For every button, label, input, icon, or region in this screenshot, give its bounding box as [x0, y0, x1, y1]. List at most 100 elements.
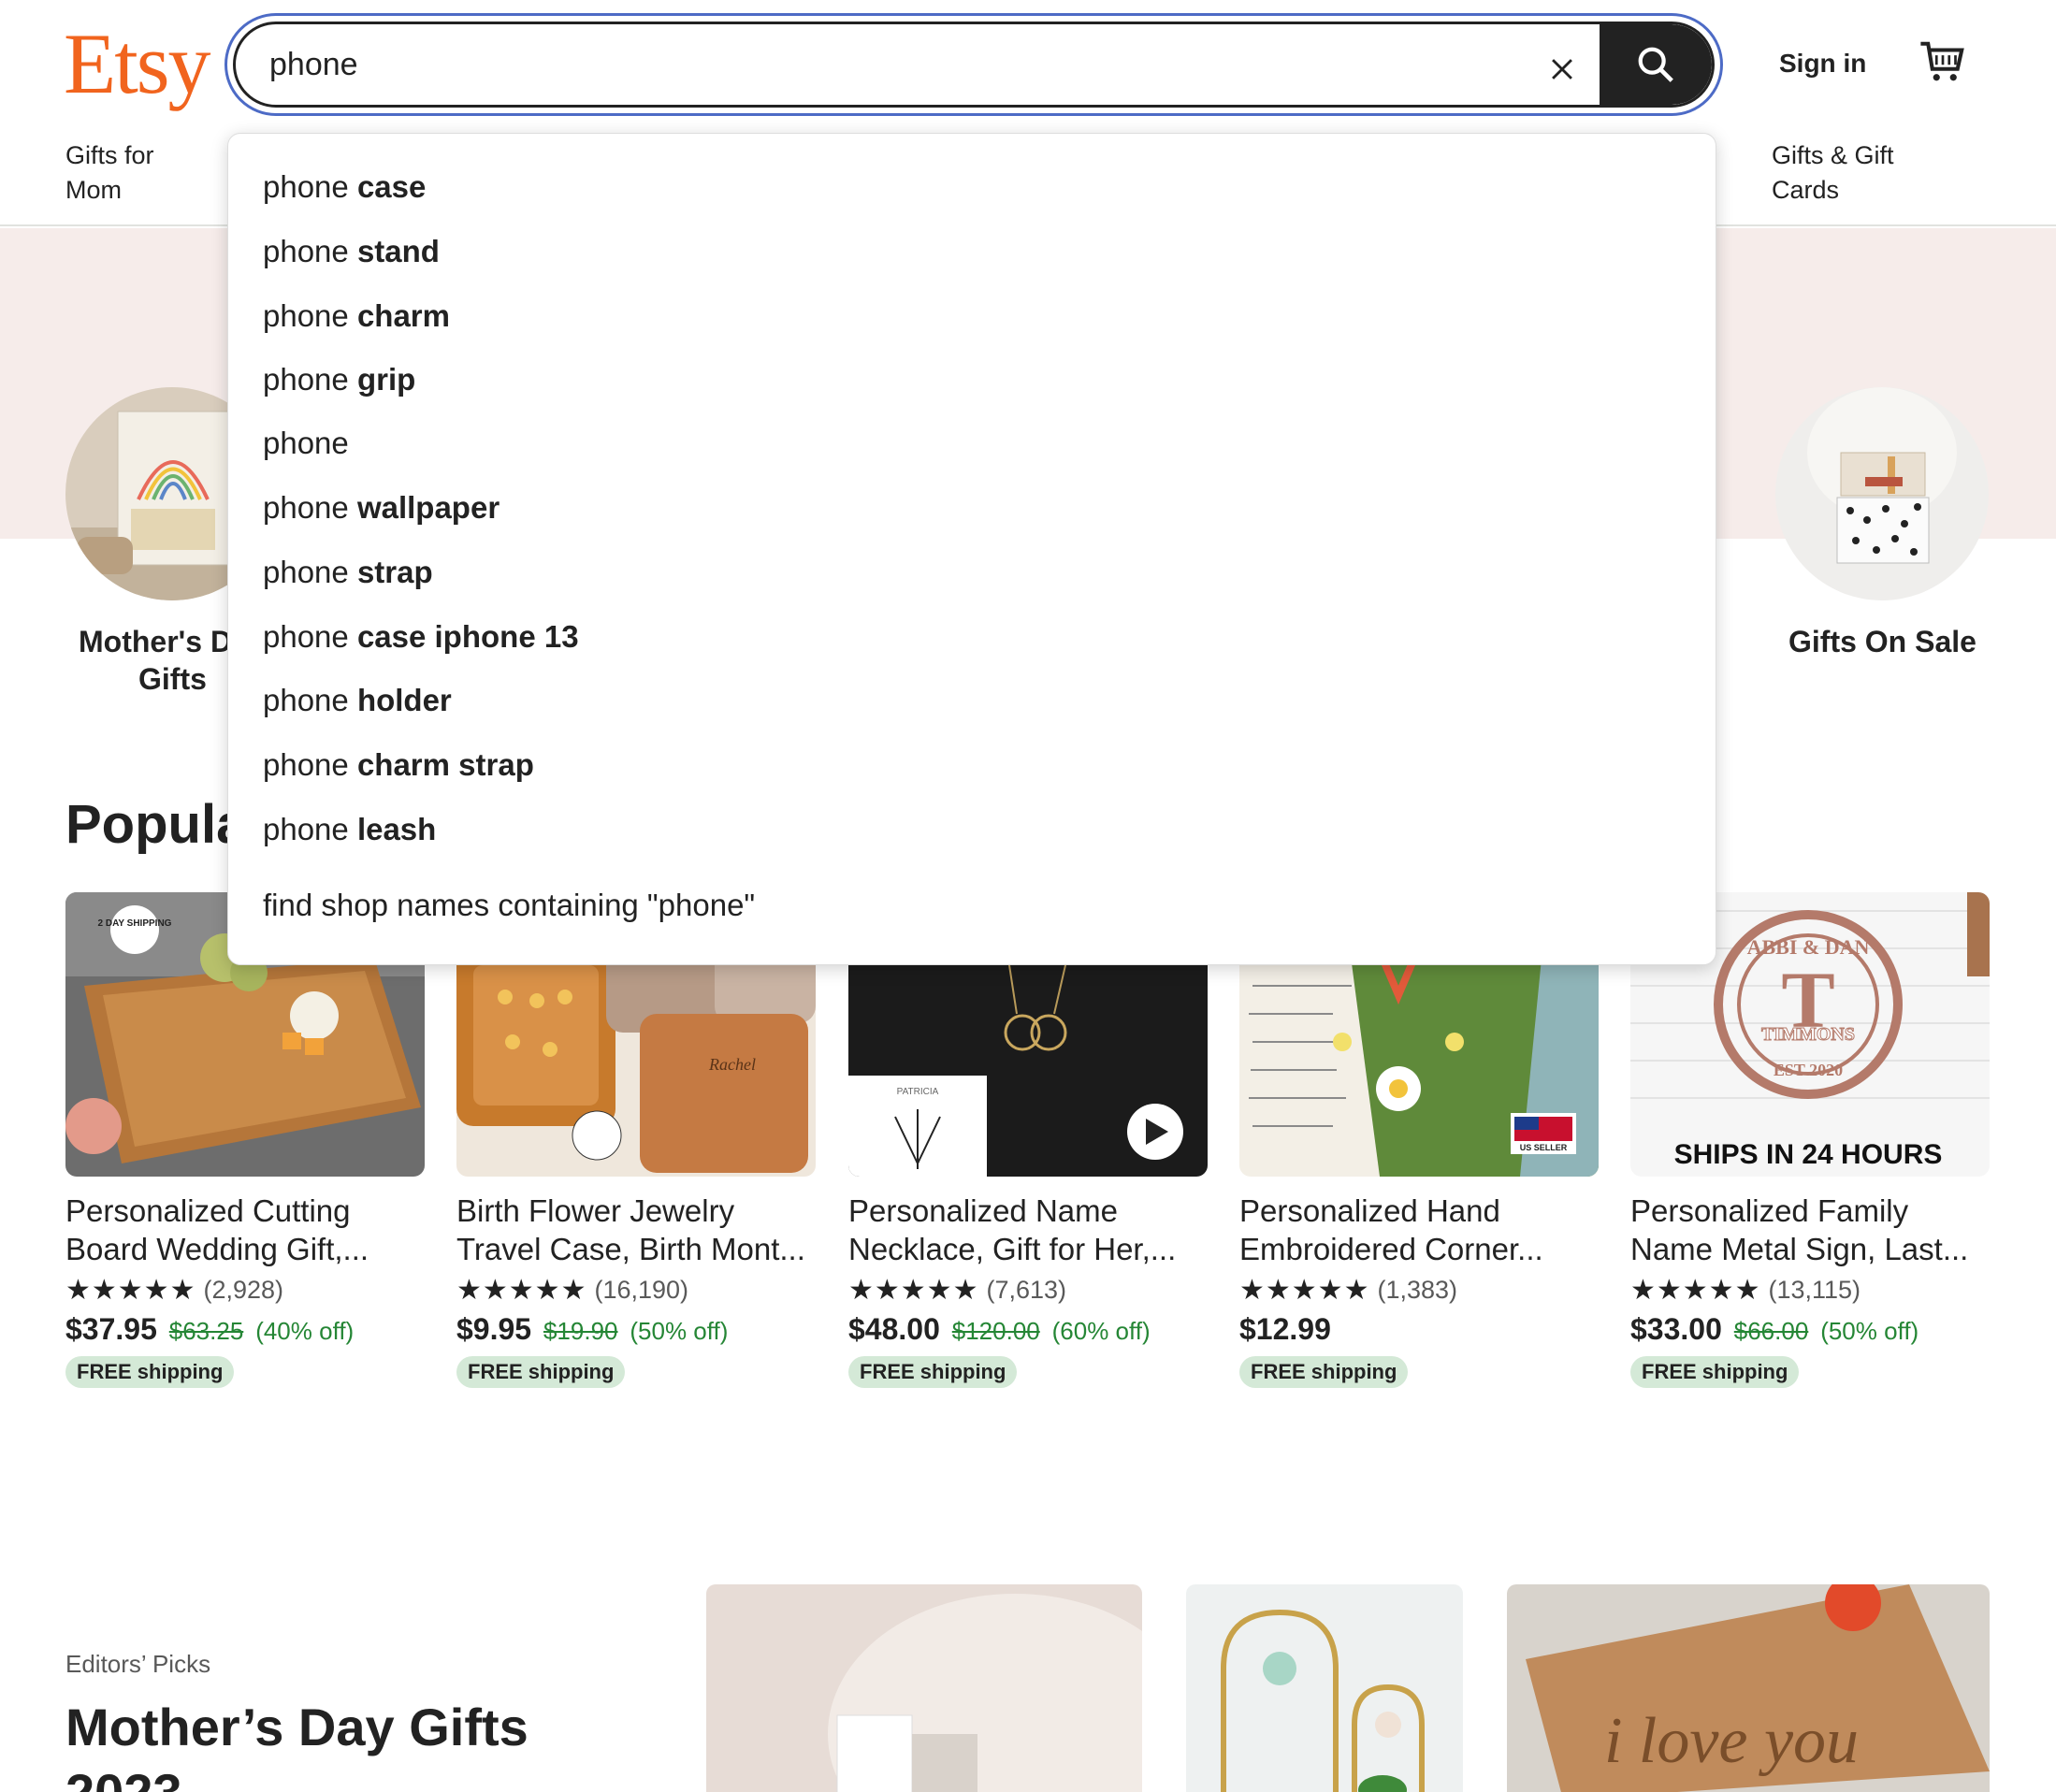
product-card[interactable]: Rachel Birth Flower Jewelry Travel Case,…: [456, 892, 816, 1388]
discount-label: (50% off): [1820, 1317, 1919, 1345]
product-card[interactable]: US SELLER Personalized Hand Embroidered …: [1239, 892, 1599, 1388]
product-rating: ★★★★★ (16,190): [456, 1274, 816, 1307]
search-input[interactable]: [269, 24, 1485, 105]
nav-label-line: Gifts for: [65, 141, 154, 169]
nav-label-line: Gifts & Gift: [1772, 141, 1894, 169]
popular-section-title: Popula: [65, 794, 247, 855]
product-title: Personalized Cutting Board Wedding Gift,…: [65, 1192, 425, 1268]
shop-name-search-item[interactable]: find shop names containing "phone": [263, 888, 755, 923]
suggestion-item[interactable]: phone wallpaper: [263, 490, 500, 526]
us-seller-badge: US SELLER: [1520, 1143, 1568, 1152]
discount-label: (60% off): [1051, 1317, 1151, 1345]
product-title: Birth Flower Jewelry Travel Case, Birth …: [456, 1192, 816, 1268]
suggestion-item[interactable]: phone leash: [263, 812, 436, 847]
category-gifts-on-sale-image[interactable]: [1775, 387, 1989, 600]
search-icon: [1638, 47, 1673, 82]
editors-picks-label: Editors’ Picks: [65, 1650, 211, 1678]
category-label-line: Mother's D: [79, 625, 233, 658]
suggestion-item[interactable]: phone holder: [263, 683, 452, 718]
product-price-row: $12.99: [1239, 1312, 1599, 1347]
ships-24-hours-badge: SHIPS IN 24 HOURS: [1674, 1139, 1943, 1170]
product-title-line: Board Wedding Gift,...: [65, 1232, 369, 1266]
search-suggestions-dropdown: phone case phone stand phone charm phone…: [227, 133, 1716, 965]
editors-title-line: Mother’s Day Gifts: [65, 1698, 528, 1756]
engraved-love-text: i love you: [1604, 1705, 1859, 1777]
product-price-row: $33.00 $66.00 (50% off): [1630, 1312, 1990, 1347]
search-submit-button[interactable]: [1600, 24, 1712, 105]
suggestion-item[interactable]: phone grip: [263, 362, 415, 397]
svg-text:Rachel: Rachel: [708, 1055, 756, 1074]
product-title-line: Necklace, Gift for Her,...: [848, 1232, 1177, 1266]
necklace-name-tag: PATRICIA: [897, 1087, 939, 1097]
editors-title-line: 2023: [65, 1760, 528, 1792]
discount-label: (40% off): [255, 1317, 355, 1345]
editors-picks-title: Mother’s Day Gifts 2023: [65, 1695, 528, 1792]
editors-pick-image[interactable]: [706, 1584, 1142, 1792]
product-card[interactable]: 2 DAY SHIPPING Personalized Cutting Boar…: [65, 892, 425, 1388]
sign-in-button[interactable]: Sign in: [1779, 49, 1866, 79]
cart-button[interactable]: [1918, 37, 1968, 88]
product-title-line: Personalized Name: [848, 1193, 1118, 1228]
sign-name-text: TIMMONS: [1761, 1024, 1855, 1045]
product-title-line: Personalized Cutting: [65, 1193, 351, 1228]
category-gifts-on-sale-label[interactable]: Gifts On Sale: [1788, 623, 1976, 660]
suggestion-item[interactable]: phone case iphone 13: [263, 619, 579, 655]
category-mothers-day-label[interactable]: Mother's D Gifts: [79, 623, 232, 698]
original-price: $120.00: [951, 1317, 1040, 1345]
product-card[interactable]: ABBI & DAN T TIMMONS EST 2020 SHIPS IN 2…: [1630, 892, 1990, 1388]
editors-pick-image[interactable]: [1186, 1584, 1463, 1792]
close-icon: [1552, 59, 1572, 79]
review-count: (16,190): [594, 1276, 689, 1304]
product-title: Personalized Name Necklace, Gift for Her…: [848, 1192, 1208, 1268]
review-count: (7,613): [986, 1276, 1067, 1304]
search-focus-ring: [224, 13, 1723, 116]
nav-label-line: Cards: [1772, 176, 1840, 204]
free-shipping-badge: FREE shipping: [456, 1356, 626, 1388]
suggestion-item[interactable]: phone case: [263, 169, 426, 205]
free-shipping-badge: FREE shipping: [848, 1356, 1018, 1388]
original-price: $19.90: [543, 1317, 618, 1345]
original-price: $66.00: [1733, 1317, 1809, 1345]
suggestion-item[interactable]: phone strap: [263, 555, 433, 590]
product-title-line: Name Metal Sign, Last...: [1630, 1232, 1969, 1266]
suggestion-item[interactable]: phone charm: [263, 298, 450, 334]
product-title-line: Personalized Family: [1630, 1193, 1909, 1228]
product-title-line: Embroidered Corner...: [1239, 1232, 1543, 1266]
product-rating: ★★★★★ (7,613): [848, 1274, 1208, 1307]
free-shipping-badge: FREE shipping: [65, 1356, 235, 1388]
suggestion-item[interactable]: phone: [263, 426, 349, 461]
star-rating-icon: ★★★★★: [848, 1275, 979, 1306]
suggestion-item[interactable]: phone stand: [263, 234, 440, 269]
sale-price: $33.00: [1630, 1312, 1722, 1346]
review-count: (13,115): [1768, 1276, 1861, 1304]
star-rating-icon: ★★★★★: [456, 1275, 587, 1306]
search-bar: [233, 22, 1715, 108]
free-shipping-badge: FREE shipping: [1630, 1356, 1800, 1388]
product-card[interactable]: PATRICIA Personalized Name Necklace, Gif…: [848, 892, 1208, 1388]
two-day-shipping-badge: 2 DAY SHIPPING: [98, 918, 172, 929]
editors-pick-image[interactable]: i love you: [1507, 1584, 1990, 1792]
product-title-line: Birth Flower Jewelry: [456, 1193, 735, 1228]
cart-icon: [1920, 41, 1964, 81]
product-rating: ★★★★★ (1,383): [1239, 1274, 1599, 1307]
product-title: Personalized Hand Embroidered Corner...: [1239, 1192, 1599, 1268]
product-price-row: $37.95 $63.25 (40% off): [65, 1312, 425, 1347]
product-rating: ★★★★★ (2,928): [65, 1274, 425, 1307]
category-label-line: Gifts: [138, 662, 207, 696]
review-count: (1,383): [1377, 1276, 1458, 1304]
clear-search-button[interactable]: [1534, 41, 1590, 97]
nav-gifts-and-gift-cards[interactable]: Gifts & Gift Cards: [1772, 138, 1894, 208]
star-rating-icon: ★★★★★: [65, 1275, 196, 1306]
star-rating-icon: ★★★★★: [1630, 1275, 1761, 1306]
sale-price: $12.99: [1239, 1312, 1331, 1346]
sale-price: $37.95: [65, 1312, 157, 1346]
sale-price: $9.95: [456, 1312, 532, 1346]
etsy-logo[interactable]: Etsy: [64, 21, 211, 107]
product-title-line: Travel Case, Birth Mont...: [456, 1232, 805, 1266]
sale-price: $48.00: [848, 1312, 940, 1346]
suggestion-item[interactable]: phone charm strap: [263, 747, 534, 783]
nav-gifts-for-mom[interactable]: Gifts for Mom: [65, 138, 154, 208]
product-rating: ★★★★★ (13,115): [1630, 1274, 1990, 1307]
product-title: Personalized Family Name Metal Sign, Las…: [1630, 1192, 1990, 1268]
star-rating-icon: ★★★★★: [1239, 1275, 1370, 1306]
